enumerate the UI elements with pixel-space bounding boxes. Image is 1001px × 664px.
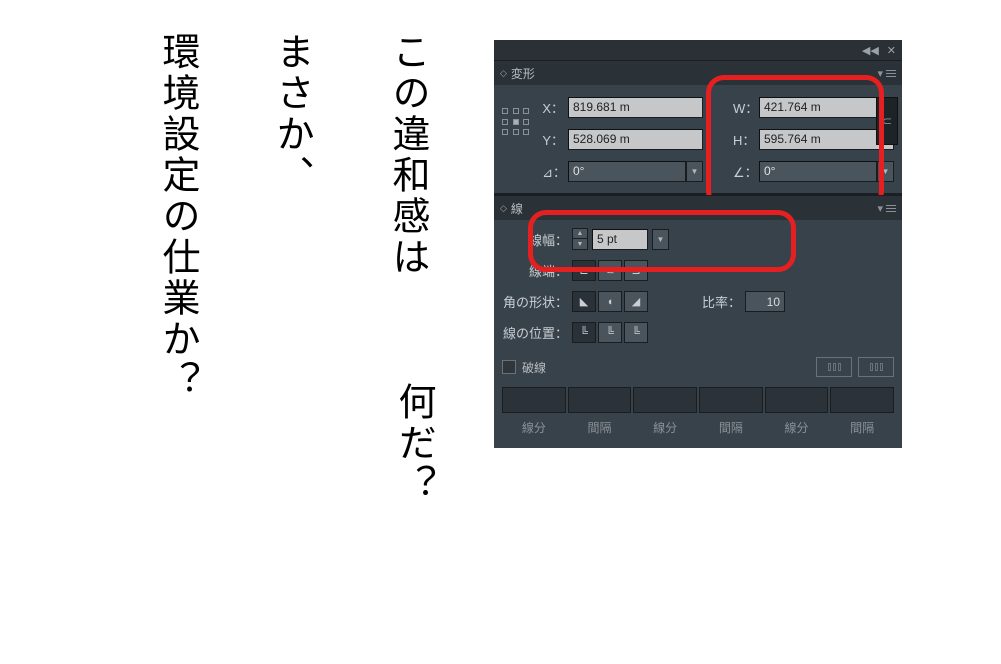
commentary-line-3: 環境設定の仕業か？ xyxy=(148,32,205,401)
cap-round-button[interactable]: ⊂ xyxy=(598,260,622,281)
cap-butt-button[interactable]: ⊏ xyxy=(572,260,596,281)
cap-projecting-button[interactable]: ⊐ xyxy=(624,260,648,281)
dash-align-corners-button[interactable] xyxy=(858,357,894,377)
shear-input[interactable] xyxy=(759,161,877,182)
x-input[interactable] xyxy=(568,97,703,118)
rotate-input[interactable] xyxy=(568,161,686,182)
dash-preserve-exact-button[interactable] xyxy=(816,357,852,377)
properties-panel: ◀◀ ✕ ◇ 変形 ▾ X： xyxy=(494,40,902,448)
join-label: 角の形状： xyxy=(502,292,568,311)
transform-title: 変形 xyxy=(511,65,535,82)
dash-col-label: 線分 xyxy=(633,415,697,440)
gap-input-2[interactable] xyxy=(699,387,763,413)
dash-col-label: 線分 xyxy=(502,415,566,440)
dash-input-2[interactable] xyxy=(633,387,697,413)
stroke-width-input[interactable] xyxy=(592,229,648,250)
y-input[interactable] xyxy=(568,129,703,150)
h-input[interactable] xyxy=(759,129,894,150)
commentary-line-1a: この違和感は xyxy=(378,32,435,278)
dash-col-label: 間隔 xyxy=(699,415,763,440)
stroke-width-label: 線幅： xyxy=(502,230,568,249)
dash-input-3[interactable] xyxy=(765,387,829,413)
w-label: W： xyxy=(733,98,757,117)
shear-dropdown[interactable]: ▼ xyxy=(877,161,894,182)
dashed-checkbox[interactable] xyxy=(502,360,516,374)
transform-header[interactable]: ◇ 変形 ▾ xyxy=(494,61,902,85)
stroke-width-spinner[interactable]: ▲▼ xyxy=(572,228,588,250)
panel-topbar: ◀◀ ✕ xyxy=(494,40,902,60)
ratio-input[interactable] xyxy=(745,291,785,312)
shear-label: ∠： xyxy=(733,162,757,181)
dash-col-label: 線分 xyxy=(765,415,829,440)
h-label: H： xyxy=(733,130,757,149)
stroke-width-dropdown[interactable]: ▼ xyxy=(652,229,669,250)
collapse-icon[interactable]: ◀◀ xyxy=(862,44,879,57)
gap-input-1[interactable] xyxy=(568,387,632,413)
stroke-header[interactable]: ◇ 線 ▾ xyxy=(494,196,902,220)
rotate-label: ⊿： xyxy=(542,162,566,181)
chevron-down-icon: ◇ xyxy=(500,68,507,79)
join-miter-button[interactable]: ◣ xyxy=(572,291,596,312)
align-center-button[interactable]: ╚ xyxy=(572,322,596,343)
stroke-title: 線 xyxy=(511,200,523,217)
align-inside-button[interactable]: ╚ xyxy=(598,322,622,343)
dashed-label: 破線 xyxy=(522,359,546,376)
commentary-line-2: まさか、 xyxy=(262,32,319,196)
dash-col-label: 間隔 xyxy=(830,415,894,440)
x-label: X： xyxy=(542,98,566,117)
ratio-label: 比率： xyxy=(702,292,741,311)
transform-section: ◇ 変形 ▾ X： W： Y： xyxy=(494,60,902,193)
stroke-section: ◇ 線 ▾ 線幅： ▲▼ ▼ 線端： ⊏ ⊂ ⊐ xyxy=(494,195,902,448)
join-bevel-button[interactable]: ◢ xyxy=(624,291,648,312)
w-input[interactable] xyxy=(759,97,894,118)
align-label: 線の位置： xyxy=(502,323,568,342)
rotate-dropdown[interactable]: ▼ xyxy=(686,161,703,182)
dash-col-label: 間隔 xyxy=(568,415,632,440)
join-round-button[interactable]: ◖ xyxy=(598,291,622,312)
align-outside-button[interactable]: ╚ xyxy=(624,322,648,343)
dash-input-1[interactable] xyxy=(502,387,566,413)
gap-input-3[interactable] xyxy=(830,387,894,413)
panel-menu-icon[interactable]: ▾ xyxy=(877,202,896,215)
close-icon[interactable]: ✕ xyxy=(887,44,896,57)
chevron-down-icon: ◇ xyxy=(500,203,507,214)
y-label: Y： xyxy=(542,130,566,149)
panel-menu-icon[interactable]: ▾ xyxy=(877,67,896,80)
commentary-line-1b: 何だ？ xyxy=(384,382,441,505)
cap-label: 線端： xyxy=(502,261,568,280)
reference-point-selector[interactable] xyxy=(502,108,532,138)
link-wh-button[interactable]: ⊂ xyxy=(876,97,898,145)
